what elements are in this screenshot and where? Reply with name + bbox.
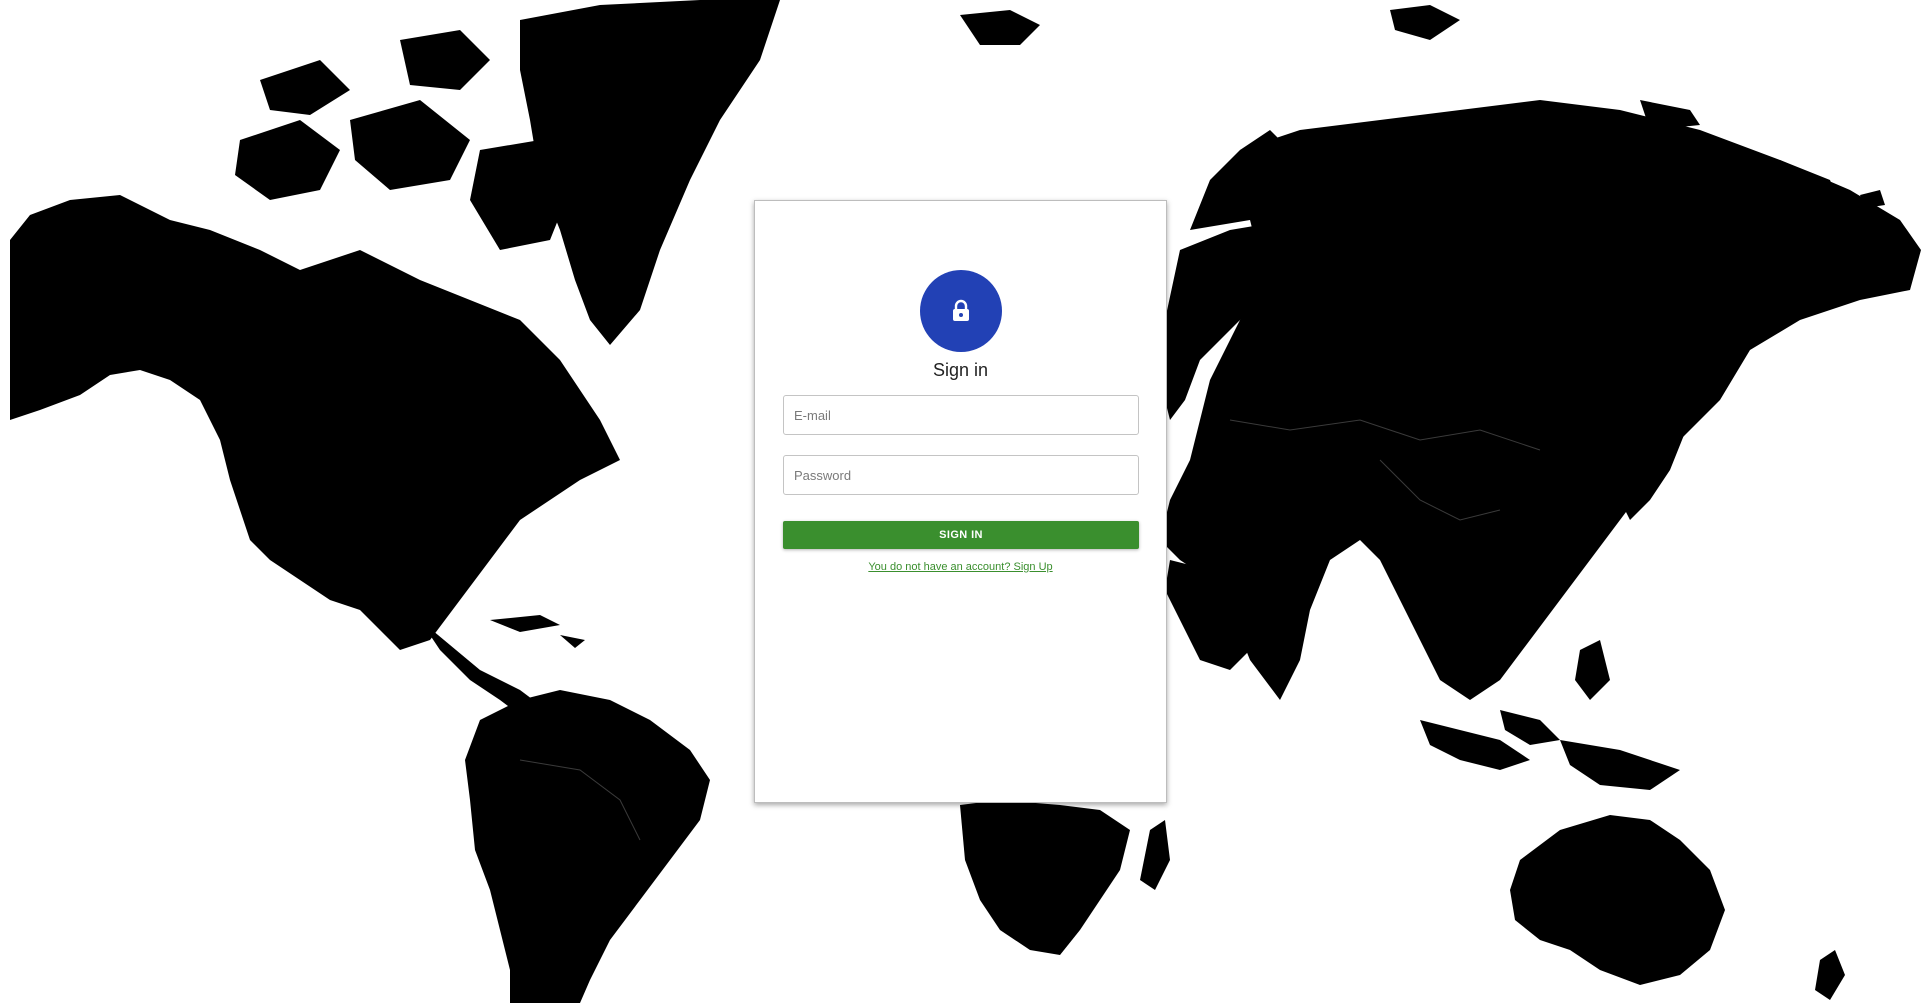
sign-in-card: Sign in SIGN IN You do not have an accou… bbox=[754, 200, 1167, 803]
avatar bbox=[920, 270, 1002, 352]
sign-up-container: You do not have an account? Sign Up bbox=[755, 561, 1166, 573]
sign-up-link[interactable]: You do not have an account? Sign Up bbox=[868, 561, 1052, 573]
email-field[interactable] bbox=[783, 395, 1139, 435]
page-title: Sign in bbox=[932, 360, 989, 380]
sign-in-button[interactable]: SIGN IN bbox=[783, 521, 1139, 549]
lock-icon bbox=[953, 299, 969, 321]
password-field[interactable] bbox=[783, 455, 1139, 495]
